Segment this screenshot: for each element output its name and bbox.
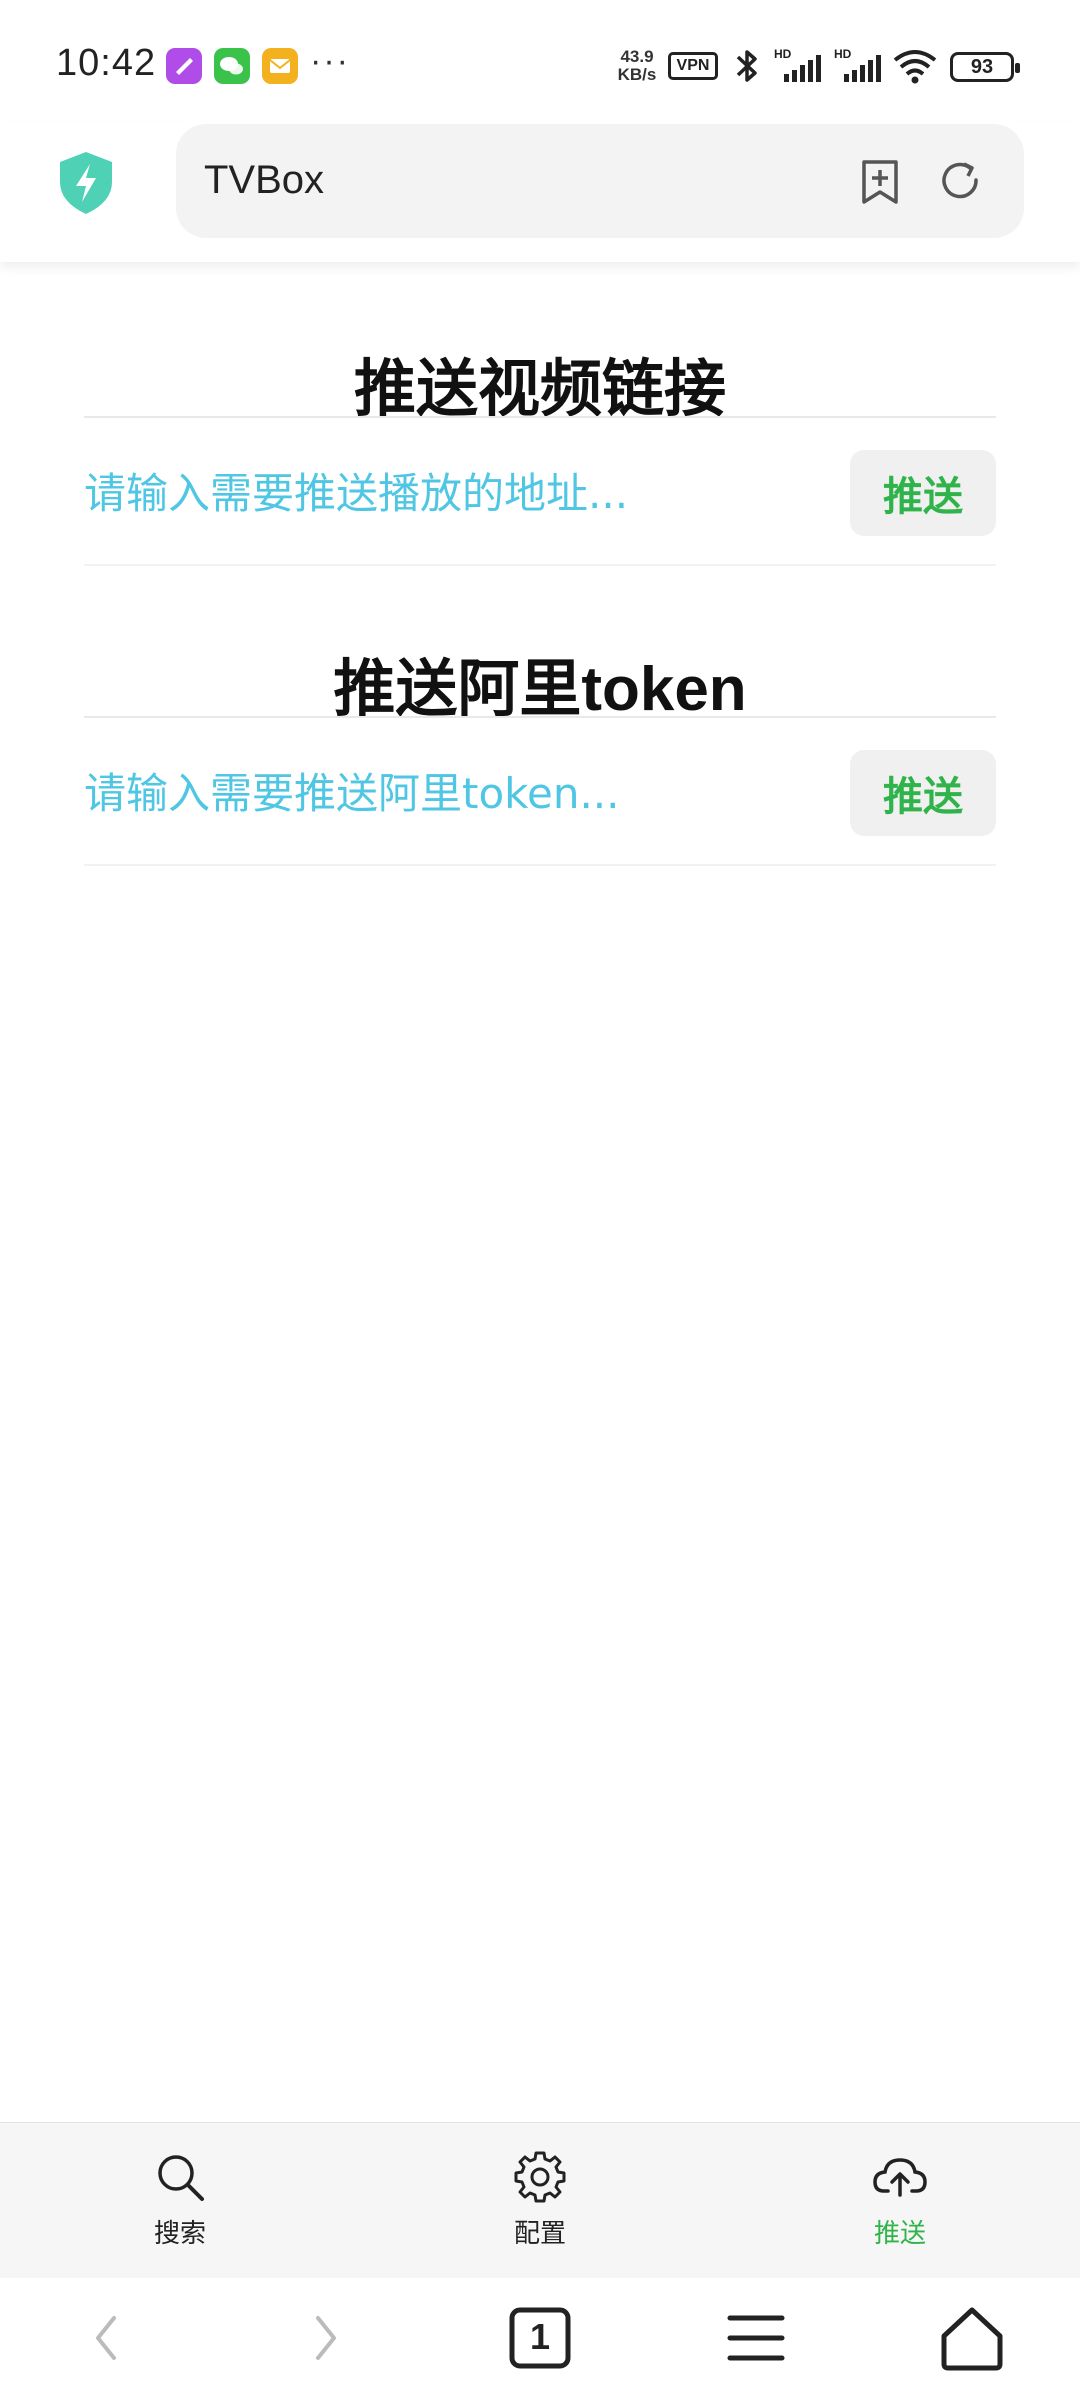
address-bar[interactable]: TVBox <box>176 124 1024 238</box>
shield-lightning-icon[interactable] <box>56 150 116 216</box>
net-speed: 43.9 KB/s <box>612 48 662 84</box>
wifi-icon <box>892 46 938 91</box>
mail-icon <box>262 48 298 84</box>
tab-push[interactable]: 推送 <box>820 2149 980 2259</box>
push-token-button[interactable]: 推送 <box>850 750 996 836</box>
vpn-badge: VPN <box>668 52 718 80</box>
forward-icon[interactable] <box>288 2302 360 2374</box>
video-url-input[interactable] <box>84 448 824 538</box>
bluetooth-icon <box>730 46 764 91</box>
battery-icon: 93 <box>950 52 1020 82</box>
back-icon[interactable] <box>72 2302 144 2374</box>
divider <box>84 416 996 418</box>
refresh-icon[interactable] <box>936 158 984 206</box>
tab-label: 搜索 <box>153 2219 206 2249</box>
home-icon[interactable] <box>936 2302 1008 2374</box>
token-input[interactable] <box>84 748 824 838</box>
section-title-token: 推送阿里token <box>333 655 747 724</box>
net-speed-value: 43.9 <box>620 47 654 66</box>
divider <box>84 564 996 566</box>
more-notifications: ··· <box>310 42 350 80</box>
section-title-video: 推送视频链接 <box>353 355 726 424</box>
browser-header: TVBox <box>0 122 1080 262</box>
tab-label: 配置 <box>513 2219 566 2249</box>
divider <box>84 864 996 866</box>
tab-count: 1 <box>529 2316 551 2357</box>
divider <box>84 716 996 718</box>
address-text[interactable]: TVBox <box>204 158 324 203</box>
gear-icon <box>460 2149 620 2205</box>
tab-label: 推送 <box>873 2219 926 2249</box>
browser-nav-bar: 1 <box>0 2278 1080 2400</box>
status-time: 10:42 <box>56 42 157 84</box>
tabs-icon[interactable]: 1 <box>504 2302 576 2374</box>
cloud-upload-icon <box>820 2149 980 2205</box>
status-bar: 10:42 ··· 43.9 KB/s VPN HD HD 93 <box>0 0 1080 122</box>
tab-config[interactable]: 配置 <box>460 2149 620 2259</box>
video-push-row: 推送 <box>84 448 996 538</box>
signal-hd-icon: HD <box>834 46 888 91</box>
signal-hd-icon: HD <box>774 46 828 91</box>
bookmark-add-icon[interactable] <box>856 158 904 206</box>
tab-search[interactable]: 搜索 <box>100 2149 260 2259</box>
bottom-tab-bar: 搜索 配置 推送 <box>0 2122 1080 2278</box>
svg-text:HD: HD <box>834 47 852 61</box>
svg-text:HD: HD <box>774 47 792 61</box>
token-push-row: 推送 <box>84 748 996 838</box>
app-purple-icon <box>166 48 202 84</box>
push-video-button[interactable]: 推送 <box>850 450 996 536</box>
menu-icon[interactable] <box>720 2302 792 2374</box>
search-icon <box>100 2149 260 2205</box>
net-speed-unit: KB/s <box>617 65 657 84</box>
wechat-icon <box>214 48 250 84</box>
